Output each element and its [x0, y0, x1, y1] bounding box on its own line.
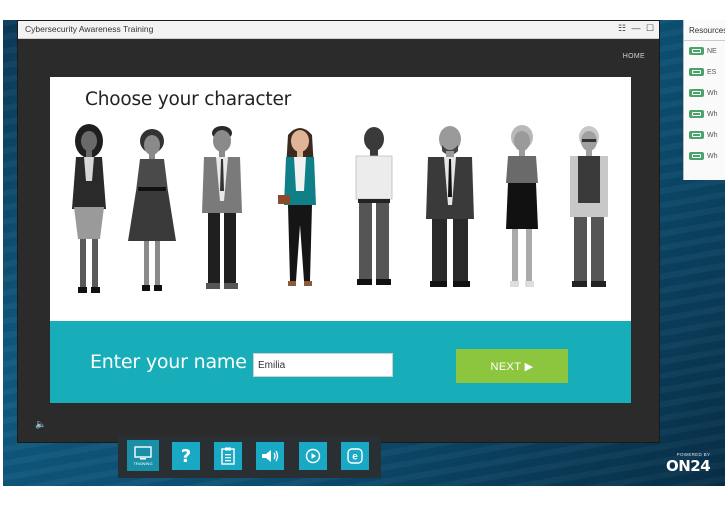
next-button[interactable]: NEXT ▶	[456, 349, 568, 383]
link-icon	[689, 131, 704, 139]
home-link[interactable]: HOME	[623, 53, 645, 60]
resources-divider	[684, 40, 725, 41]
maximize-icon[interactable]: ☐	[645, 23, 655, 34]
character-8[interactable]	[560, 121, 618, 311]
bottom-dock: TRAINING ? e	[118, 436, 381, 478]
slide-heading: Choose your character	[85, 89, 292, 110]
fullscreen-icon[interactable]: ☷	[617, 23, 627, 34]
on24-logo: POWERED BY ON24	[666, 452, 711, 475]
resource-item[interactable]: Wh	[689, 110, 718, 118]
character-6[interactable]	[418, 121, 482, 311]
speaker-icon[interactable]	[256, 442, 284, 470]
name-label: Enter your name	[90, 351, 247, 373]
brand-name: ON24	[666, 457, 711, 475]
resources-panel: Resources NE ES Wh Wh Wh Wh	[683, 20, 725, 180]
e-circle-icon[interactable]: e	[341, 442, 369, 470]
window-title: Cybersecurity Awareness Training	[25, 24, 154, 34]
resources-title: Resources	[689, 26, 725, 35]
resource-item[interactable]: Wh	[689, 89, 718, 97]
link-icon	[689, 152, 704, 160]
character-selection-slide: Choose your character Enter your name Em…	[50, 77, 631, 403]
character-4[interactable]	[270, 121, 330, 311]
clipboard-icon[interactable]	[214, 442, 242, 470]
name-input[interactable]	[253, 353, 393, 377]
character-3[interactable]	[194, 121, 250, 311]
link-icon	[689, 110, 704, 118]
name-entry-bar: Enter your name NEXT ▶	[50, 321, 631, 403]
training-monitor-icon[interactable]: TRAINING	[127, 440, 159, 471]
resource-item[interactable]: ES	[689, 68, 716, 76]
link-icon	[689, 68, 704, 76]
volume-icon[interactable]: 🔈	[35, 419, 46, 430]
link-icon	[689, 47, 704, 55]
help-question-icon[interactable]: ?	[172, 442, 200, 470]
svg-text:e: e	[352, 452, 358, 463]
training-label: TRAINING	[133, 460, 153, 466]
resource-item[interactable]: NE	[689, 47, 717, 55]
training-player-window: Cybersecurity Awareness Training ☷ — ☐ H…	[17, 20, 660, 443]
resource-item[interactable]: Wh	[689, 131, 718, 139]
play-circle-icon[interactable]	[299, 442, 327, 470]
character-7[interactable]	[496, 121, 548, 311]
minimize-icon[interactable]: —	[631, 23, 641, 34]
link-icon	[689, 89, 704, 97]
character-1[interactable]	[64, 121, 114, 311]
window-titlebar: Cybersecurity Awareness Training ☷ — ☐	[18, 21, 659, 39]
character-5[interactable]	[346, 121, 402, 311]
resource-item[interactable]: Wh	[689, 152, 718, 160]
character-lineup	[50, 121, 631, 311]
character-2[interactable]	[124, 121, 180, 311]
